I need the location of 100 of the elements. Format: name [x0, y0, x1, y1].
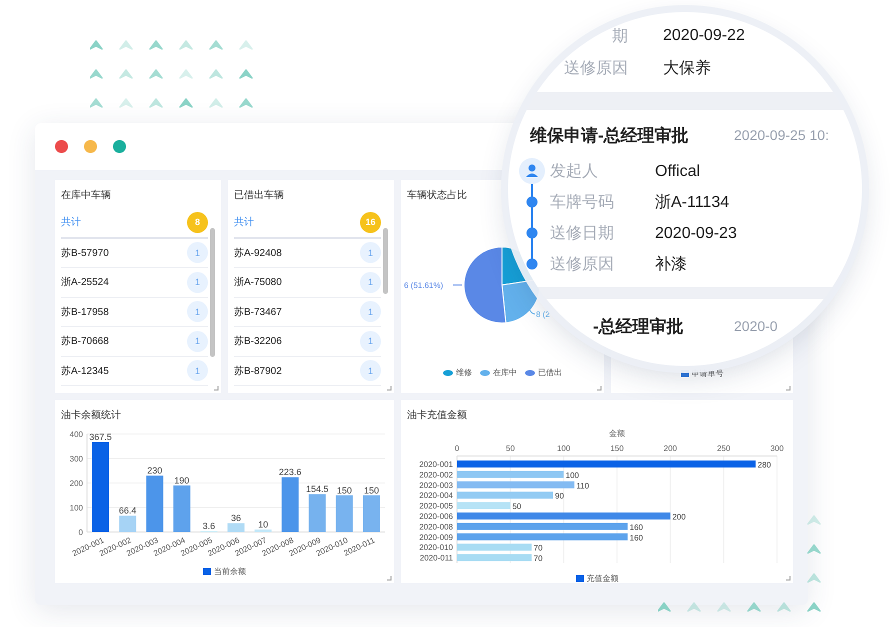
- axis-tick-label: 150: [610, 444, 624, 453]
- bar-value-label: 70: [534, 544, 543, 553]
- bar-value-label: 50: [512, 502, 522, 512]
- window-control-dot[interactable]: [55, 140, 68, 153]
- chart-bar: [228, 523, 244, 532]
- plate-number[interactable]: 浙A-75080: [234, 275, 282, 290]
- total-label: 共计: [61, 216, 81, 230]
- plate-number[interactable]: 苏B-70668: [61, 334, 109, 348]
- bar-value-label: 150: [336, 485, 352, 496]
- chart-bar: [336, 495, 353, 532]
- field-label: 发起人: [550, 162, 599, 182]
- legend-swatch: [576, 575, 584, 582]
- panel-title: 已借出车辆: [233, 188, 284, 202]
- plate-number[interactable]: 苏A-12345: [61, 364, 109, 378]
- axis-tick-label: 300: [70, 454, 83, 464]
- legend-swatch: [203, 568, 211, 575]
- bar-value-label: 200: [672, 512, 686, 522]
- card-time: 2020-0: [734, 318, 778, 334]
- bar-value-label: 110: [576, 481, 590, 490]
- leader-line: [528, 308, 536, 314]
- resize-grip-icon[interactable]: [597, 386, 602, 391]
- resize-grip-icon[interactable]: [387, 386, 392, 391]
- count-badge: 1: [187, 330, 208, 352]
- window-control-dot[interactable]: [84, 140, 97, 153]
- plate-number[interactable]: 苏B-32206: [234, 334, 282, 348]
- bar-value-label: 160: [630, 522, 644, 532]
- panel-title: 油卡余额统计: [60, 408, 121, 422]
- bar-value-label: 150: [364, 485, 379, 496]
- legend-label: 维修: [456, 367, 472, 378]
- panel-title: 油卡充值金额: [406, 408, 467, 422]
- plate-number[interactable]: 苏B-73467: [234, 304, 282, 319]
- axis-tick-label: 100: [70, 504, 83, 512]
- resize-grip-icon[interactable]: [387, 576, 392, 581]
- bar-value-label: 190: [174, 475, 190, 486]
- plate-number[interactable]: 苏A-92408: [234, 246, 282, 260]
- chart-bar: [254, 530, 272, 532]
- panel-title: 车辆状态占比: [406, 188, 467, 202]
- axis-tick-label: 100: [556, 444, 570, 453]
- count-badge: 1: [187, 272, 208, 293]
- bar-value-label: 280: [758, 460, 772, 470]
- bar-value-label: 3.6: [202, 521, 216, 532]
- bar-value-label: 70: [534, 554, 543, 564]
- slice-label: 8 (2: [536, 310, 550, 319]
- resize-grip-icon[interactable]: [214, 386, 219, 391]
- chart-bar: [362, 495, 380, 532]
- axis-tick-label: 250: [716, 444, 730, 453]
- bar-value-label: 90: [555, 492, 564, 501]
- chart-bar: [146, 476, 164, 532]
- axis-tick-label: 2020-003: [419, 480, 453, 490]
- legend-label: 当前余额: [214, 566, 246, 577]
- leader-line: [452, 284, 462, 286]
- total-label: 共计: [234, 216, 254, 230]
- axis-tick-label: 2020-008: [419, 522, 453, 532]
- plate-number[interactable]: 苏B-57970: [61, 246, 109, 260]
- plate-number[interactable]: 苏B-87902: [234, 364, 282, 378]
- field-value: Offical: [655, 162, 700, 180]
- card-title: -总经理审批: [593, 316, 685, 338]
- count-badge: 1: [187, 301, 208, 322]
- slice-label: 6 (51.61%): [404, 281, 444, 290]
- chart-bar: [282, 477, 299, 532]
- count-badge: 1: [360, 272, 381, 293]
- plate-number[interactable]: 苏B-17958: [61, 304, 109, 319]
- axis-tick-label: 2020-005: [419, 502, 453, 511]
- axis-tick-label: 2020-004: [419, 491, 453, 500]
- axis-tick-label: 2020-001: [419, 460, 453, 469]
- legend-label: 申请单号: [692, 368, 724, 379]
- axis-title: 金额: [609, 429, 625, 438]
- resize-grip-icon[interactable]: [786, 386, 791, 391]
- plate-number[interactable]: 浙A-25524: [61, 275, 109, 290]
- window-control-dot[interactable]: [113, 140, 126, 153]
- legend-label: 充值金额: [586, 573, 618, 583]
- field-label: 送修日期: [550, 224, 615, 244]
- scrollbar-thumb[interactable]: [210, 228, 215, 357]
- count-badge: 1: [187, 360, 208, 382]
- count-badge: 16: [360, 212, 381, 233]
- axis-tick-label: 300: [770, 444, 784, 453]
- card-time: 2020-09-25 10:: [734, 127, 829, 143]
- axis-tick-label: 2020-010: [419, 543, 453, 552]
- bar-value-label: 66.4: [118, 506, 136, 516]
- axis-tick-label: 50: [506, 444, 515, 453]
- chart-bar: [308, 494, 326, 532]
- axis-tick-label: 2020-009: [419, 532, 453, 542]
- bar-value-label: 154.5: [306, 484, 329, 494]
- count-badge: 1: [360, 242, 381, 264]
- chart-bar: [457, 502, 510, 510]
- count-badge: 1: [187, 242, 208, 264]
- legend-swatch: [680, 370, 688, 377]
- field-label: 送修原因: [563, 58, 628, 78]
- bar-value-label: 223.6: [278, 467, 302, 478]
- axis-tick-label: 2020-006: [419, 512, 453, 521]
- resize-grip-icon[interactable]: [786, 576, 791, 581]
- chart-bar: [173, 485, 190, 532]
- bar-value-label: 10: [258, 520, 268, 530]
- count-badge: 1: [360, 301, 381, 322]
- field-label: 期: [611, 26, 628, 46]
- chart-bar: [119, 516, 136, 532]
- scrollbar-thumb[interactable]: [383, 228, 388, 294]
- count-badge: 1: [360, 360, 381, 382]
- legend-label: 在库中: [493, 367, 517, 378]
- field-label: 送修原因: [550, 255, 615, 275]
